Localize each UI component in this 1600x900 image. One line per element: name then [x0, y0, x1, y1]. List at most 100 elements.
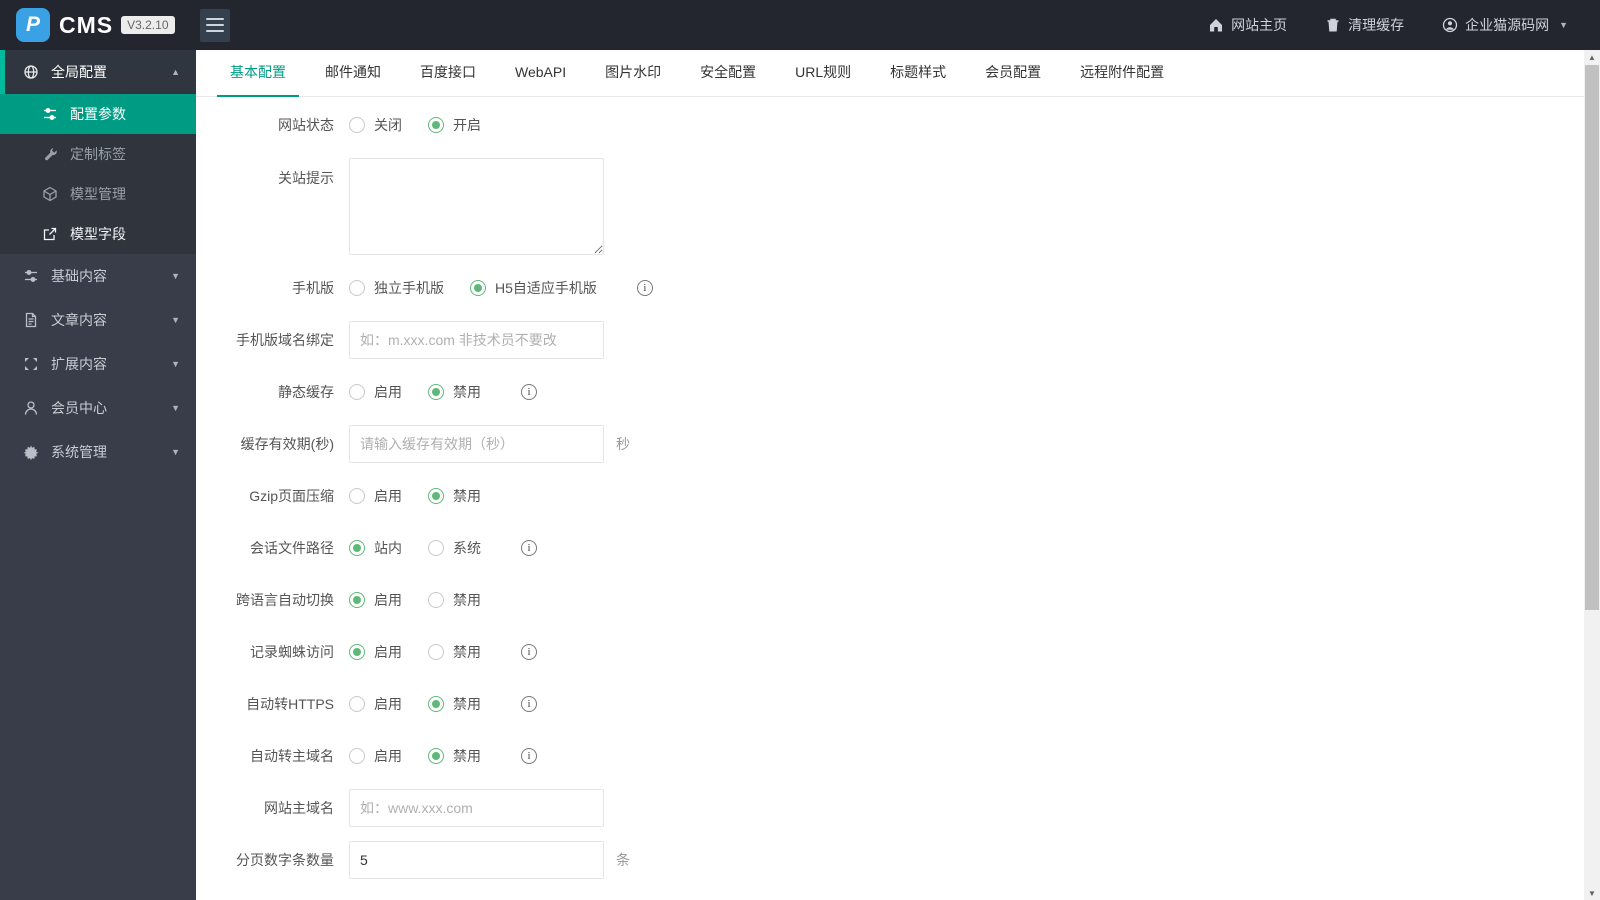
- tab-0[interactable]: 基本配置: [217, 50, 299, 97]
- radio-circle-icon[interactable]: [349, 644, 365, 660]
- radio-label: 禁用: [453, 696, 481, 712]
- radio-label: 启用: [374, 644, 402, 660]
- wrench-icon: [41, 146, 58, 162]
- radio-circle-icon[interactable]: [349, 280, 365, 296]
- radio-circle-icon[interactable]: [349, 488, 365, 504]
- info-icon[interactable]: i: [521, 696, 537, 712]
- radio-unchecked[interactable]: 关闭: [349, 115, 402, 135]
- radio-circle-icon[interactable]: [349, 117, 365, 133]
- tab-6[interactable]: URL规则: [782, 50, 864, 97]
- radio-group: 站内 系统: [349, 538, 507, 558]
- radio-unchecked[interactable]: 系统: [428, 538, 481, 558]
- text-input[interactable]: [349, 841, 604, 879]
- scrollbar-down-icon[interactable]: ▼: [1584, 886, 1600, 900]
- radio-checked[interactable]: 站内: [349, 538, 402, 558]
- radio-circle-icon[interactable]: [428, 384, 444, 400]
- radio-checked[interactable]: 禁用: [428, 694, 481, 714]
- brand-name: CMS: [59, 11, 114, 38]
- tab-3[interactable]: WebAPI: [502, 50, 579, 97]
- radio-label: 禁用: [453, 488, 481, 504]
- form-row-12: 网站主域名: [230, 789, 1584, 827]
- info-icon[interactable]: i: [521, 540, 537, 556]
- sidebar-item-4[interactable]: 会员中心 ▼: [0, 386, 196, 430]
- radio-circle-icon[interactable]: [428, 696, 444, 712]
- text-input[interactable]: [349, 425, 604, 463]
- radio-circle-icon[interactable]: [428, 644, 444, 660]
- radio-circle-icon[interactable]: [428, 592, 444, 608]
- radio-unchecked[interactable]: 独立手机版: [349, 278, 444, 298]
- info-icon[interactable]: i: [521, 384, 537, 400]
- radio-checked[interactable]: 禁用: [428, 382, 481, 402]
- form-row-11: 自动转主域名 启用 禁用 i: [230, 737, 1584, 775]
- tab-9[interactable]: 远程附件配置: [1067, 50, 1177, 97]
- form-label: 手机版域名绑定: [236, 332, 334, 348]
- tab-5[interactable]: 安全配置: [687, 50, 769, 97]
- sidebar-group: 会员中心 ▼: [0, 386, 196, 430]
- form-row-5: 缓存有效期(秒) 秒: [230, 425, 1584, 463]
- tab-7[interactable]: 标题样式: [877, 50, 959, 97]
- radio-label: 关闭: [374, 117, 402, 133]
- text-input[interactable]: [349, 789, 604, 827]
- radio-checked[interactable]: 禁用: [428, 746, 481, 766]
- radio-circle-icon[interactable]: [428, 748, 444, 764]
- radio-circle-icon[interactable]: [428, 488, 444, 504]
- radio-checked[interactable]: H5自适应手机版: [470, 278, 597, 298]
- radio-unchecked[interactable]: 启用: [349, 486, 402, 506]
- scrollbar-thumb[interactable]: [1585, 65, 1599, 610]
- hamburger-menu-icon[interactable]: [200, 8, 230, 42]
- header-link-label: 网站主页: [1231, 17, 1288, 33]
- tab-1[interactable]: 邮件通知: [312, 50, 394, 97]
- sidebar-item-2[interactable]: 文章内容 ▼: [0, 298, 196, 342]
- sidebar-item-3[interactable]: 扩展内容 ▼: [0, 342, 196, 386]
- sidebar-item-label: 文章内容: [51, 312, 107, 328]
- radio-label: 系统: [453, 540, 481, 556]
- radio-unchecked[interactable]: 启用: [349, 746, 402, 766]
- tab-8[interactable]: 会员配置: [972, 50, 1054, 97]
- radio-unchecked[interactable]: 禁用: [428, 590, 481, 610]
- header-link-1[interactable]: 清理缓存: [1325, 15, 1404, 35]
- tab-2[interactable]: 百度接口: [407, 50, 489, 97]
- radio-circle-icon[interactable]: [428, 117, 444, 133]
- header-link-2[interactable]: 企业猫源码网 ▼: [1442, 15, 1568, 35]
- scrollbar-up-icon[interactable]: ▲: [1584, 50, 1600, 64]
- radio-circle-icon[interactable]: [349, 592, 365, 608]
- radio-label: 禁用: [453, 748, 481, 764]
- form-row-3: 手机版域名绑定: [230, 321, 1584, 359]
- textarea-field[interactable]: [349, 158, 604, 255]
- info-icon[interactable]: i: [636, 280, 653, 296]
- radio-checked[interactable]: 禁用: [428, 486, 481, 506]
- tab-4[interactable]: 图片水印: [592, 50, 674, 97]
- sidebar-item-0[interactable]: 全局配置 ▲: [0, 50, 196, 94]
- text-input[interactable]: [349, 321, 604, 359]
- sidebar-subitem-2[interactable]: 模型管理: [0, 174, 196, 214]
- radio-unchecked[interactable]: 启用: [349, 382, 402, 402]
- radio-unchecked[interactable]: 启用: [349, 694, 402, 714]
- radio-checked[interactable]: 启用: [349, 642, 402, 662]
- radio-circle-icon[interactable]: [349, 748, 365, 764]
- radio-circle-icon[interactable]: [349, 696, 365, 712]
- info-icon[interactable]: i: [521, 644, 537, 660]
- sidebar-group: 扩展内容 ▼: [0, 342, 196, 386]
- radio-circle-icon[interactable]: [428, 540, 444, 556]
- radio-checked[interactable]: 启用: [349, 590, 402, 610]
- form-label: 网站状态: [278, 117, 334, 133]
- sidebar-group: 基础内容 ▼: [0, 254, 196, 298]
- radio-unchecked[interactable]: 禁用: [428, 642, 481, 662]
- vertical-scrollbar[interactable]: ▲ ▼: [1584, 50, 1600, 900]
- sliders-icon: [41, 106, 58, 122]
- radio-group: 启用 禁用: [349, 746, 507, 766]
- radio-circle-icon[interactable]: [349, 540, 365, 556]
- sidebar-item-5[interactable]: 系统管理 ▼: [0, 430, 196, 474]
- header-link-0[interactable]: 网站主页: [1208, 15, 1287, 35]
- config-tabbar: 基本配置 邮件通知 百度接口 WebAPI 图片水印 安全配置 URL规则 标题样式 会员配置远…: [196, 50, 1584, 97]
- radio-circle-icon[interactable]: [470, 280, 486, 296]
- sidebar-item-label: 系统管理: [51, 444, 107, 460]
- radio-checked[interactable]: 开启: [428, 115, 481, 135]
- sidebar-subitem-3[interactable]: 模型字段: [0, 214, 196, 254]
- trash-icon: [1325, 17, 1341, 33]
- radio-circle-icon[interactable]: [349, 384, 365, 400]
- sidebar-subitem-1[interactable]: 定制标签: [0, 134, 196, 174]
- sidebar-subitem-0[interactable]: 配置参数: [0, 94, 196, 134]
- info-icon[interactable]: i: [521, 748, 537, 764]
- sidebar-item-1[interactable]: 基础内容 ▼: [0, 254, 196, 298]
